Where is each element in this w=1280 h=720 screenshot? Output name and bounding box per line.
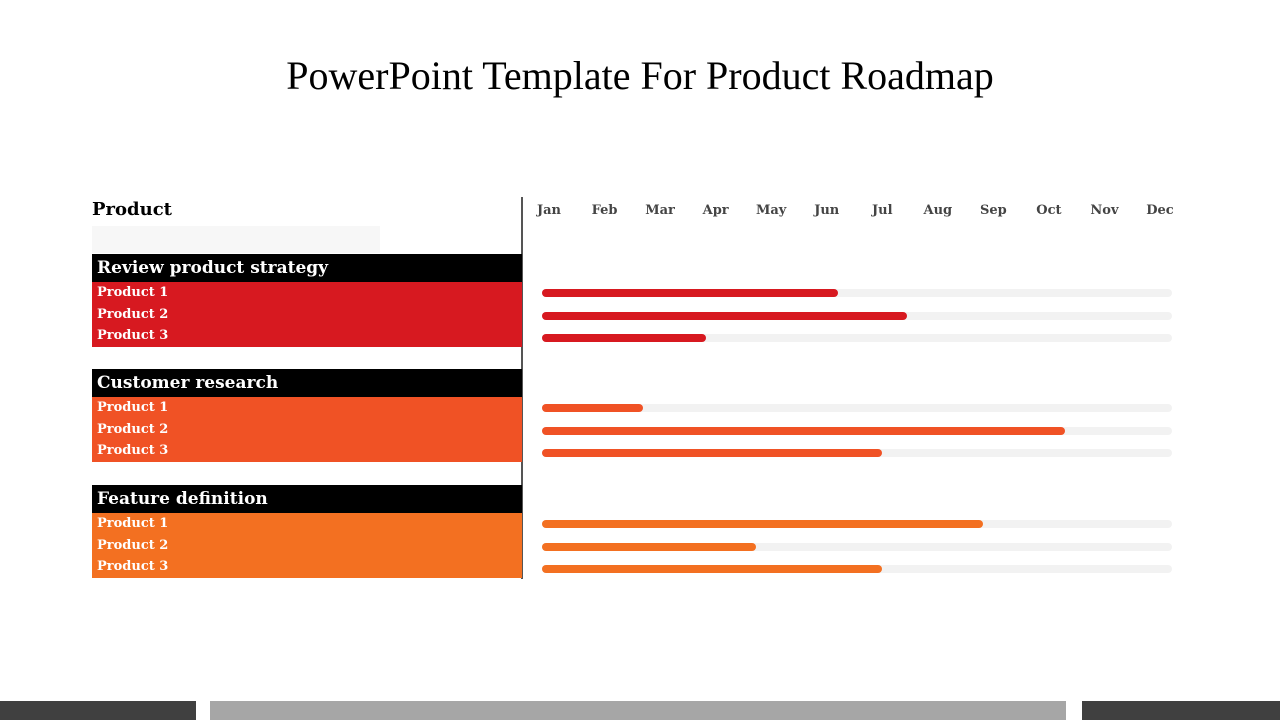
month-label: Jul — [871, 203, 893, 218]
group-items: Product 1 Product 2 Product 3 — [92, 397, 522, 462]
month-label: Aug — [923, 203, 953, 218]
month-label: Sep — [979, 203, 1007, 218]
group-items: Product 1 Product 2 Product 3 — [92, 282, 522, 347]
progress-bar — [542, 289, 839, 297]
progress-track — [542, 334, 1172, 343]
progress-track — [542, 404, 1172, 412]
progress-bar — [542, 334, 706, 343]
group-items: Product 1 Product 2 Product 3 — [92, 513, 522, 578]
roadmap-group: Feature definition Product 1 Product 2 Prod… — [92, 485, 522, 578]
month-label: Mar — [645, 203, 675, 218]
progress-bar — [542, 565, 883, 574]
progress-track — [542, 565, 1172, 574]
month-label: Jan — [536, 203, 562, 218]
slide-title: PowerPoint Template For Product Roadmap — [286, 53, 994, 98]
progress-track — [542, 426, 1172, 435]
product-label: Product 1 — [97, 285, 169, 300]
progress-track — [542, 449, 1172, 458]
product-label: Product 3 — [97, 328, 169, 344]
month-label: May — [755, 203, 787, 218]
month-label: Nov — [1090, 203, 1119, 218]
month-label: Apr — [702, 203, 729, 218]
progress-track — [542, 289, 1172, 297]
product-label: Product 3 — [97, 443, 169, 459]
product-label: Product 1 — [97, 516, 169, 531]
footer-bar-left — [0, 701, 196, 720]
product-label: Product 2 — [97, 421, 169, 437]
roadmap-group: Review product strategy Product 1 Product … — [92, 254, 522, 347]
product-label: Product 2 — [97, 537, 169, 553]
product-label: Product 3 — [97, 559, 169, 575]
progress-bar — [542, 520, 983, 528]
product-column-header: Product — [92, 199, 172, 220]
month-label: Jun — [814, 203, 840, 218]
roadmap-group: Customer research Product 1 Product 2 Produ… — [92, 369, 522, 462]
progress-bar — [542, 404, 643, 412]
product-label: Product 2 — [97, 306, 169, 322]
product-placeholder-box — [92, 226, 380, 253]
month-label: Feb — [591, 203, 618, 218]
progress-bar — [542, 542, 757, 551]
progress-track — [542, 520, 1172, 528]
progress-track — [542, 542, 1172, 551]
progress-bar — [542, 311, 908, 320]
footer-bar-center — [210, 701, 1066, 720]
month-label: Oct — [1036, 203, 1062, 218]
group-header: Customer research — [92, 369, 522, 397]
group-header: Feature definition — [92, 485, 522, 513]
progress-track — [542, 311, 1172, 320]
progress-bar — [542, 449, 883, 458]
footer-bar-right — [1082, 701, 1280, 720]
product-label: Product 1 — [97, 400, 169, 415]
group-header: Review product strategy — [92, 254, 522, 282]
progress-bar — [542, 426, 1065, 435]
month-label: Dec — [1146, 203, 1174, 218]
